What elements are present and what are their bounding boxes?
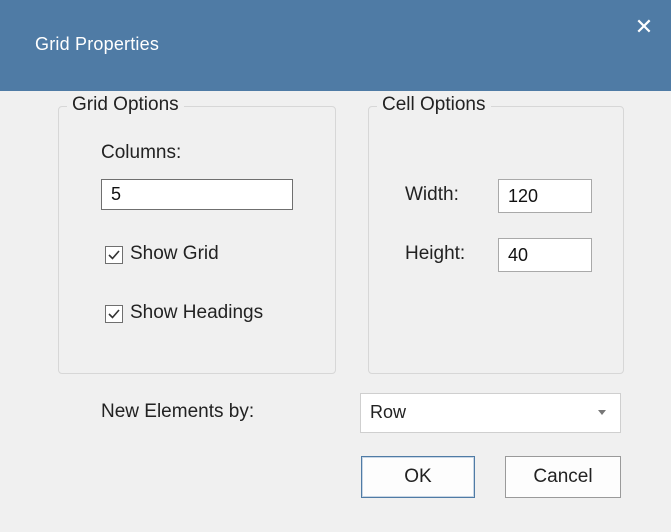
width-input[interactable] xyxy=(498,179,592,213)
new-elements-selected-value: Row xyxy=(370,402,407,422)
show-grid-label[interactable]: Show Grid xyxy=(130,243,219,265)
columns-input[interactable] xyxy=(101,179,293,210)
grid-options-legend: Grid Options xyxy=(67,94,184,116)
columns-label: Columns: xyxy=(101,142,182,163)
height-input[interactable] xyxy=(498,238,592,272)
show-headings-checkbox[interactable] xyxy=(105,305,123,323)
cell-options-legend: Cell Options xyxy=(377,94,491,116)
show-grid-checkbox[interactable] xyxy=(105,246,123,264)
dialog-title: Grid Properties xyxy=(35,34,160,54)
close-icon[interactable]: ✕ xyxy=(632,15,656,39)
width-label: Width: xyxy=(405,184,459,205)
chevron-down-icon xyxy=(598,410,606,415)
checkmark-icon xyxy=(108,309,120,319)
height-label: Height: xyxy=(405,243,466,264)
title-bar: Grid Properties ✕ xyxy=(0,0,671,91)
checkmark-icon xyxy=(108,250,120,260)
cancel-button[interactable]: Cancel xyxy=(505,456,621,498)
new-elements-label: New Elements by: xyxy=(101,401,255,422)
show-headings-label[interactable]: Show Headings xyxy=(130,302,263,324)
ok-button[interactable]: OK xyxy=(361,456,475,498)
grid-options-group: Grid Options xyxy=(58,94,336,374)
grid-properties-dialog: Grid Properties ✕ Grid Options Columns: … xyxy=(0,0,671,532)
new-elements-select[interactable]: Row xyxy=(360,393,621,433)
